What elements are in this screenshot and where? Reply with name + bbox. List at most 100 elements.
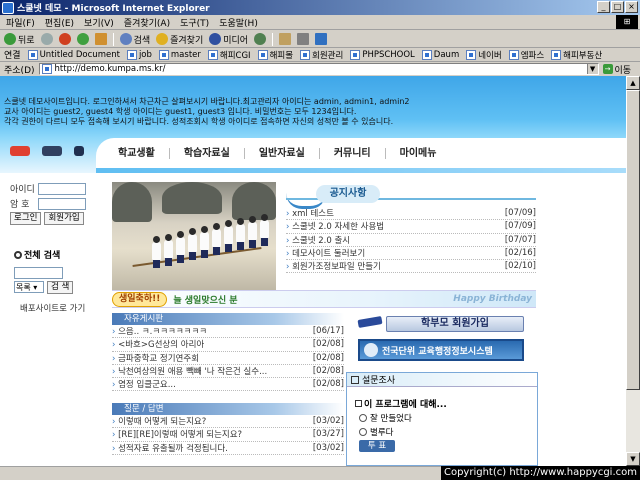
stop-button[interactable] [58,33,71,45]
list-item[interactable]: 스쿨넷 2.0 출시 [07/07] [286,234,536,247]
go-button[interactable]: → 이동 [602,63,631,76]
search-button[interactable]: 검 색 [47,281,74,294]
survey-option[interactable]: 별루다 [359,426,537,438]
search-heading: 전체 검색 [14,248,94,261]
vertical-scrollbar[interactable]: ▲ ▼ [626,76,640,466]
password-input[interactable] [38,197,86,210]
birthday-tag: 생일축하!! [112,291,168,307]
scroll-thumb[interactable] [626,90,640,390]
item-date: [06/17] [312,326,344,337]
page-icon [41,64,52,74]
login-button[interactable]: 로그인 [10,212,42,225]
menu-file[interactable]: 파일(F) [6,16,35,29]
survey-box: 설문조사 이 프로그램에 대해... 잘 만들었다 별루다 투 표 [346,372,538,466]
home-button[interactable] [94,33,107,45]
link-item[interactable]: Daum [421,49,460,60]
notice-board-title[interactable]: 공지사항 [316,185,380,203]
link-item[interactable]: 네이버 [466,49,502,61]
list-item[interactable]: 데모사이트 둘러보기 [02/16] [286,247,536,261]
home-icon[interactable] [10,146,30,156]
nav-study-materials[interactable]: 학습자료실 [170,147,245,159]
maximize-button[interactable]: □ [611,1,624,13]
list-item[interactable]: 염정 입클군요... [02/08] [112,378,344,392]
nav-my-menu[interactable]: 마이메뉴 [386,148,451,159]
list-item[interactable]: 성적자료 유출될까 걱정됩니다. [03/02] [112,442,344,455]
link-item[interactable]: Untitled Document [27,49,120,60]
qa-board-title[interactable]: 질문 / 답변 [112,403,344,415]
item-date: [07/09] [504,208,536,219]
list-item[interactable]: 회원가조정보파일 만들기 [02/10] [286,260,536,274]
mail-button[interactable] [279,33,292,45]
link-item[interactable]: 해피몰 [257,49,293,61]
refresh-button[interactable] [76,33,89,45]
radio-button[interactable] [359,428,367,436]
list-item[interactable]: [RE][RE]이렇때 어떻게 되는지요? [03/27] [112,428,344,442]
nav-school-life[interactable]: 학교생활 [104,147,170,159]
print-button[interactable] [297,33,310,45]
favorites-button[interactable]: 즐겨찾기 [156,33,203,46]
edit-button[interactable] [315,33,328,45]
menu-tools[interactable]: 도구(T) [180,16,209,29]
copyright-watermark: Copyright(c) http://www.happycgi.com [440,466,640,480]
nav-community[interactable]: 커뮤니티 [320,147,386,159]
link-item[interactable]: 엠파스 [508,49,544,61]
minimize-button[interactable]: _ [597,1,610,13]
link-label: 해피부동산 [563,50,603,61]
item-date: [03/02] [312,416,344,427]
list-item[interactable]: 이렇때 어떻게 되는지요? [03/02] [112,415,344,429]
link-item[interactable]: master [158,49,201,60]
id-label: 아이디 [10,185,35,195]
list-item[interactable]: <바흐>G선상의 아리아 [02/08] [112,338,344,352]
item-date: [02/16] [504,248,536,259]
globe-icon [364,343,378,357]
item-title: 이렇때 어떻게 되는지요? [112,415,206,427]
edu-system-banner[interactable]: 전국단위 교육행정정보시스템 [358,339,524,361]
nav-general-materials[interactable]: 일반자료실 [245,147,320,159]
list-item[interactable]: xml 테스트[07/09] [286,207,536,221]
link-item[interactable]: 해피부동산 [551,49,602,61]
join-button[interactable]: 회원가입 [44,212,84,225]
link-label: Daum [433,49,460,60]
survey-option[interactable]: 잘 만들었다 [359,412,537,424]
history-button[interactable] [254,33,267,45]
sitemap-icon[interactable] [42,146,62,156]
back-button[interactable]: 뒤로 [4,33,35,46]
item-date: [07/07] [504,234,536,245]
menu-view[interactable]: 보기(V) [84,16,114,29]
chart-icon[interactable] [74,146,84,156]
item-title: 금파중학교 정기연주회 [112,352,199,364]
home-icon [94,33,107,45]
link-item[interactable]: PHPSCHOOL [350,49,415,60]
address-input[interactable]: http://demo.kumpa.ms.kr/ ▼ [38,63,599,75]
media-button[interactable]: 미디어 [209,33,248,46]
link-item[interactable]: job [126,49,152,60]
list-item[interactable]: 스쿨넷 2.0 자세한 사용법 [07/09] [286,220,536,234]
radio-button[interactable] [359,414,367,422]
search-scope-select[interactable]: 목록 ▾ [14,281,44,293]
list-item[interactable]: 으음.. ㅋ.ㅋㅋㅋㅋㅋㅋㅋ [06/17] [112,325,344,339]
link-item[interactable]: 해피CGI [207,49,251,61]
distribution-site-link[interactable]: 배포사이트로 가기 [20,302,85,314]
search-button[interactable]: 검색 [119,33,150,46]
vote-button[interactable]: 투 표 [359,440,395,452]
list-item[interactable]: 금파중학교 정기연주회 [02/08] [112,352,344,365]
link-item[interactable]: 회원관리 [300,49,343,61]
scroll-down-button[interactable]: ▼ [626,452,640,466]
menu-help[interactable]: 도움말(H) [219,16,258,29]
print-icon [297,33,310,45]
notice-line: 각각 권한이 다르니 모두 접속해 보시기 바랍니다. 성적조회시 학생 아이디… [4,117,394,126]
menu-edit[interactable]: 편집(E) [45,16,74,29]
search-input[interactable] [14,267,63,279]
forward-button[interactable] [40,33,53,45]
chevron-down-icon[interactable]: ▼ [586,64,598,74]
free-board-title[interactable]: 자유게시판 [112,313,344,325]
scroll-up-button[interactable]: ▲ [626,76,640,90]
menu-favorites[interactable]: 즐겨찾기(A) [124,16,170,29]
back-arrow-icon [4,33,16,45]
list-item[interactable]: 낙천여상의원 애용 빽빼 '나 작은건 실수... [02/08] [112,365,344,379]
survey-option-label: 잘 만들었다 [370,414,412,424]
id-input[interactable] [38,182,86,195]
item-date: [02/08] [312,352,344,363]
close-button[interactable]: × [625,1,638,13]
parents-join-banner[interactable]: 학부모 회원가입 [357,314,524,334]
